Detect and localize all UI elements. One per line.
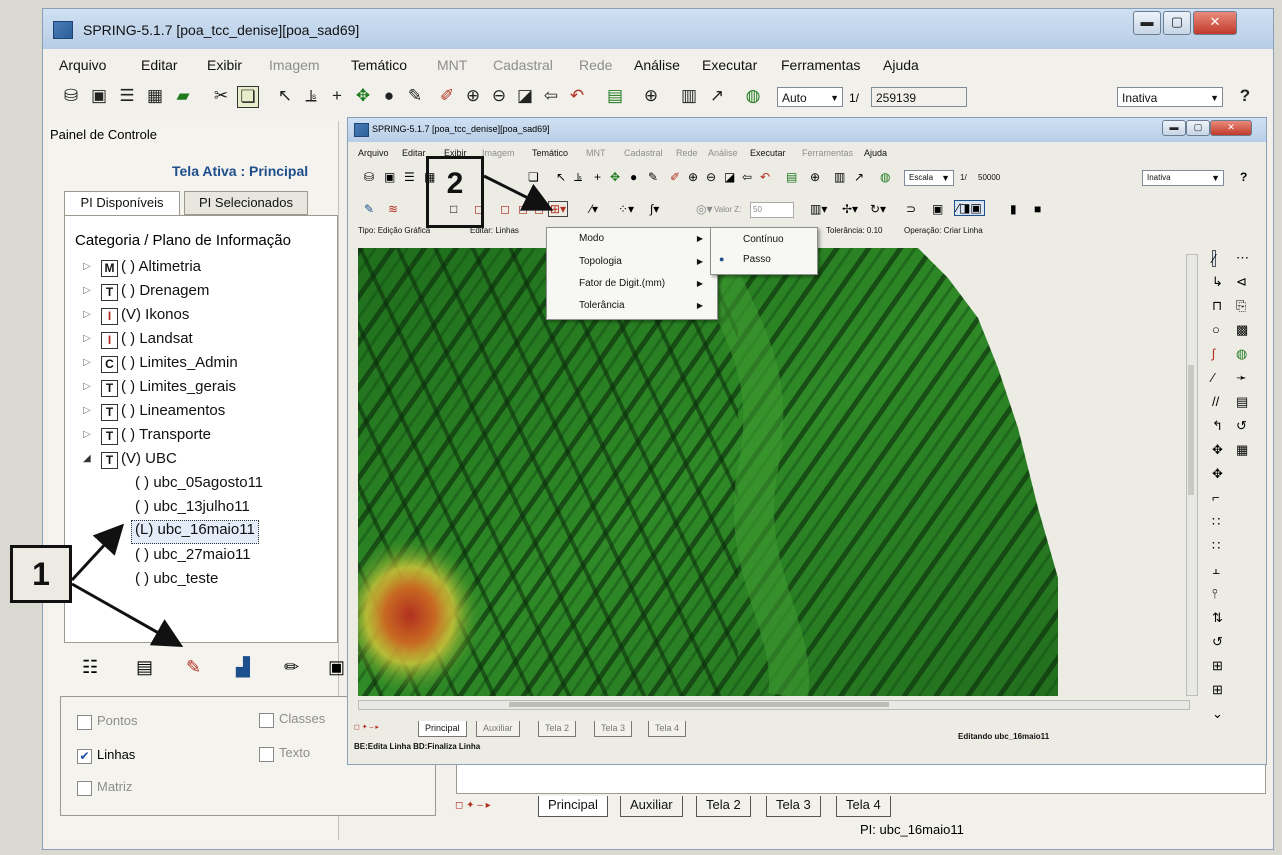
arrow-to-layer — [70, 523, 125, 582]
arrow-to-digitize-icon — [483, 174, 554, 211]
arrow-to-edit-icon — [71, 582, 184, 647]
annotation-arrows — [70, 174, 554, 647]
